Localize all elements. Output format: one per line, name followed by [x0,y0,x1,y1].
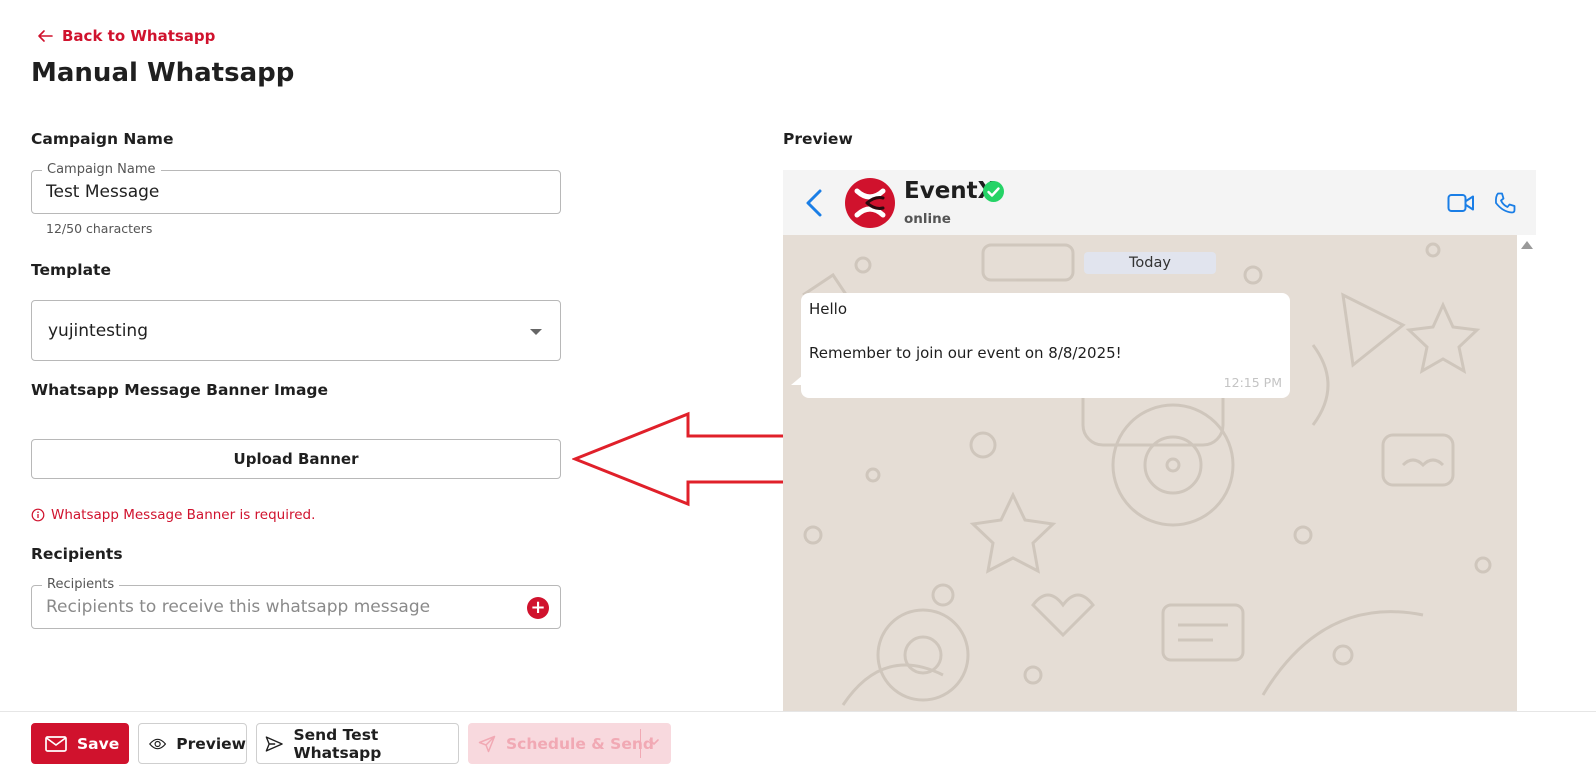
whatsapp-preview: EventX online Today Hello Remember to jo… [783,170,1536,711]
eventx-logo-icon [854,188,886,218]
contact-name: EventX [904,178,996,204]
preview-button[interactable]: Preview [138,723,247,764]
send-icon [265,735,283,752]
send-test-whatsapp-button[interactable]: Send Test Whatsapp [256,723,459,764]
character-count: 12/50 characters [46,221,153,236]
upload-banner-button[interactable]: Upload Banner [31,439,561,479]
banner-section-label: Whatsapp Message Banner Image [31,381,329,399]
avatar [845,178,895,228]
preview-button-label: Preview [176,734,246,753]
chevron-down-icon[interactable] [648,736,660,748]
campaign-name-input[interactable] [46,171,516,213]
message-line-1: Hello [809,300,848,318]
message-bubble: Hello Remember to join our event on 8/8/… [801,293,1290,398]
recipients-input[interactable] [46,586,516,628]
recipients-section-label: Recipients [31,545,123,563]
preview-scrollbar[interactable] [1517,235,1536,711]
button-divider [640,729,641,758]
message-line-2: Remember to join our event on 8/8/2025! [809,344,1122,362]
arrow-left-icon [38,30,53,42]
schedule-and-send-button[interactable]: Schedule & Send [468,723,671,764]
scroll-up-arrow-icon[interactable] [1521,241,1533,249]
preview-section-label: Preview [783,130,853,148]
chevron-down-icon [530,329,542,335]
recipients-field[interactable]: Recipients + [31,577,561,629]
back-chevron-icon[interactable] [803,188,825,218]
template-select[interactable]: yujintesting [31,300,561,361]
back-to-whatsapp-link[interactable]: Back to Whatsapp [36,27,215,45]
annotation-arrow [572,411,803,507]
banner-error-message: Whatsapp Message Banner is required. [31,507,315,523]
schedule-button-label: Schedule & Send [506,734,654,753]
chat-header: EventX online [783,170,1536,235]
video-call-icon [1447,194,1474,212]
template-selected-value: yujintesting [48,320,148,341]
phone-call-icon [1495,192,1516,214]
eye-icon [149,738,167,749]
send-icon [478,735,496,752]
chat-body: Today Hello Remember to join our event o… [783,235,1517,711]
campaign-name-field[interactable]: Campaign Name [31,162,561,214]
send-test-button-label: Send Test Whatsapp [293,725,382,762]
info-circle-icon [31,508,45,522]
back-link-label: Back to Whatsapp [62,27,216,45]
page-title: Manual Whatsapp [31,58,295,88]
banner-error-text: Whatsapp Message Banner is required. [51,507,316,523]
mail-icon [45,735,67,752]
date-divider: Today [1084,252,1216,274]
template-section-label: Template [31,261,111,279]
action-bar: Save Preview Send Test Whatsapp Schedule… [0,711,1596,780]
verified-check-icon [983,181,1004,202]
save-button-label: Save [77,734,120,753]
message-time: 12:15 PM [1223,375,1282,390]
save-button[interactable]: Save [31,723,129,764]
campaign-name-section-label: Campaign Name [31,130,174,148]
plus-circle-icon[interactable]: + [527,597,549,619]
contact-status: online [904,211,951,227]
